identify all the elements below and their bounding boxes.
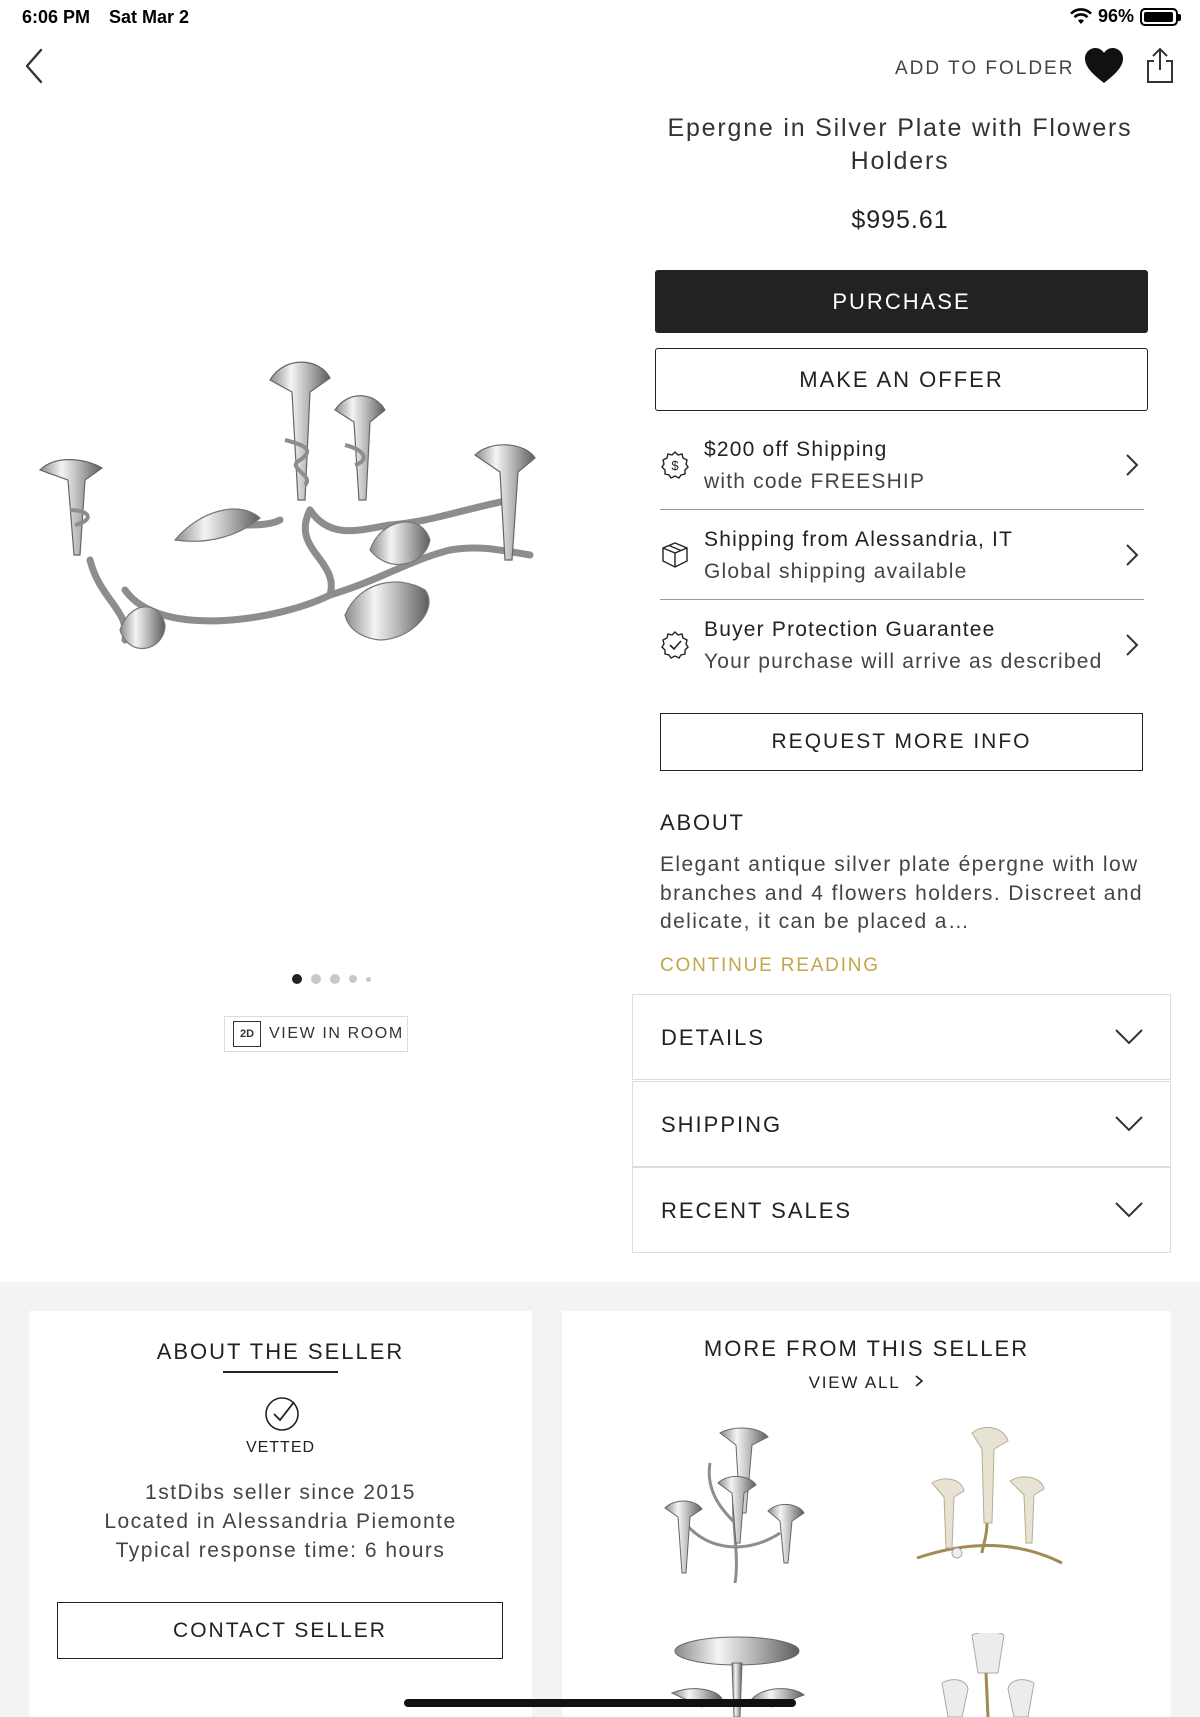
svg-text:$: $ <box>671 458 679 473</box>
2d-icon: 2D <box>233 1021 261 1047</box>
chevron-down-icon <box>1115 1202 1143 1218</box>
info-row-shipping-from[interactable]: Shipping from Alessandria, IT Global shi… <box>660 510 1144 600</box>
seller-since: 1stDibs seller since 2015 <box>145 1481 416 1504</box>
chevron-right-icon <box>1126 544 1139 566</box>
heading-divider <box>223 1371 338 1373</box>
carousel-dot-active[interactable] <box>292 974 302 984</box>
seller-item-thumbnail[interactable] <box>902 1423 1072 1593</box>
battery-icon <box>1140 7 1181 26</box>
dollar-icon: $ <box>661 451 689 479</box>
share-icon[interactable] <box>1144 46 1176 86</box>
chevron-down-icon <box>1115 1029 1143 1045</box>
accordion-label: SHIPPING <box>661 1112 783 1137</box>
view-in-room-button[interactable]: 2D VIEW IN ROOM <box>224 1016 408 1052</box>
view-all-label: VIEW ALL <box>808 1373 900 1392</box>
product-image[interactable] <box>30 350 600 700</box>
info-row-subtitle: Global shipping available <box>704 560 968 583</box>
status-date: Sat Mar 2 <box>109 7 190 27</box>
status-time: 6:06 PM <box>22 7 91 27</box>
more-from-seller-card: MORE FROM THIS SELLER VIEW ALL <box>562 1311 1171 1717</box>
make-offer-button[interactable]: MAKE AN OFFER <box>655 348 1148 411</box>
accordion-label: RECENT SALES <box>661 1198 853 1223</box>
carousel-dot[interactable] <box>366 976 371 982</box>
carousel-dots[interactable] <box>292 974 371 984</box>
request-more-info-button[interactable]: REQUEST MORE INFO <box>660 713 1143 771</box>
seller-item-thumbnail[interactable] <box>922 1633 1052 1717</box>
chevron-right-icon <box>915 1375 924 1387</box>
shipping-accordion[interactable]: SHIPPING <box>632 1081 1171 1167</box>
check-badge-icon <box>661 631 689 659</box>
carousel-dot[interactable] <box>330 974 340 984</box>
info-row-buyer-protection[interactable]: Buyer Protection Guarantee Your purchase… <box>660 600 1144 690</box>
seller-item-thumbnail[interactable] <box>650 1423 820 1593</box>
view-all-link[interactable]: VIEW ALL <box>562 1373 1171 1393</box>
continue-reading-link[interactable]: CONTINUE READING <box>660 955 880 977</box>
purchase-button[interactable]: PURCHASE <box>655 270 1148 333</box>
heart-icon[interactable] <box>1083 46 1125 86</box>
seller-response-time: Typical response time: 6 hours <box>115 1539 446 1562</box>
seller-location: Located in Alessandria Piemonte <box>104 1510 457 1533</box>
battery-percent: 96% <box>1097 6 1134 26</box>
product-price: $995.61 <box>851 206 949 234</box>
box-icon <box>662 542 688 568</box>
more-from-seller-heading: MORE FROM THIS SELLER <box>703 1336 1030 1361</box>
home-indicator[interactable] <box>404 1699 796 1707</box>
wifi-icon <box>1070 7 1092 24</box>
info-row-subtitle: Your purchase will arrive as described <box>704 650 1103 673</box>
about-seller-heading: ABOUT THE SELLER <box>156 1339 405 1364</box>
about-seller-card: ABOUT THE SELLER VETTED 1stDibs seller s… <box>29 1311 532 1717</box>
seller-info: 1stDibs seller since 2015 Located in Ale… <box>29 1478 532 1565</box>
vetted-check-icon <box>265 1397 299 1431</box>
carousel-dot[interactable] <box>311 974 321 984</box>
info-row-subtitle: with code FREESHIP <box>704 470 926 493</box>
chevron-down-icon <box>1115 1116 1143 1132</box>
accordion-label: DETAILS <box>661 1025 766 1050</box>
back-chevron-icon[interactable] <box>20 46 50 86</box>
add-to-folder-button[interactable]: ADD TO FOLDER <box>895 58 1074 80</box>
chevron-right-icon <box>1126 454 1139 476</box>
about-heading: ABOUT <box>660 810 745 835</box>
details-accordion[interactable]: DETAILS <box>632 994 1171 1080</box>
recent-sales-accordion[interactable]: RECENT SALES <box>632 1167 1171 1253</box>
about-description: Elegant antique silver plate épergne wit… <box>660 853 1143 933</box>
info-row-title: $200 off Shipping <box>704 438 888 461</box>
view-in-room-label: VIEW IN ROOM <box>269 1025 404 1042</box>
carousel-dot[interactable] <box>349 975 357 983</box>
status-right: 96% <box>1070 6 1181 27</box>
vetted-label: VETTED <box>245 1439 316 1456</box>
product-title: Epergne in Silver Plate with Flowers Hol… <box>667 114 1133 175</box>
info-row-title: Buyer Protection Guarantee <box>704 618 996 641</box>
contact-seller-button[interactable]: CONTACT SELLER <box>57 1602 503 1659</box>
chevron-right-icon <box>1126 634 1139 656</box>
info-row-shipping-promo[interactable]: $ $200 off Shipping with code FREESHIP <box>660 420 1144 510</box>
info-row-title: Shipping from Alessandria, IT <box>704 528 1014 551</box>
status-bar: 6:06 PM Sat Mar 2 96% <box>0 0 1200 36</box>
